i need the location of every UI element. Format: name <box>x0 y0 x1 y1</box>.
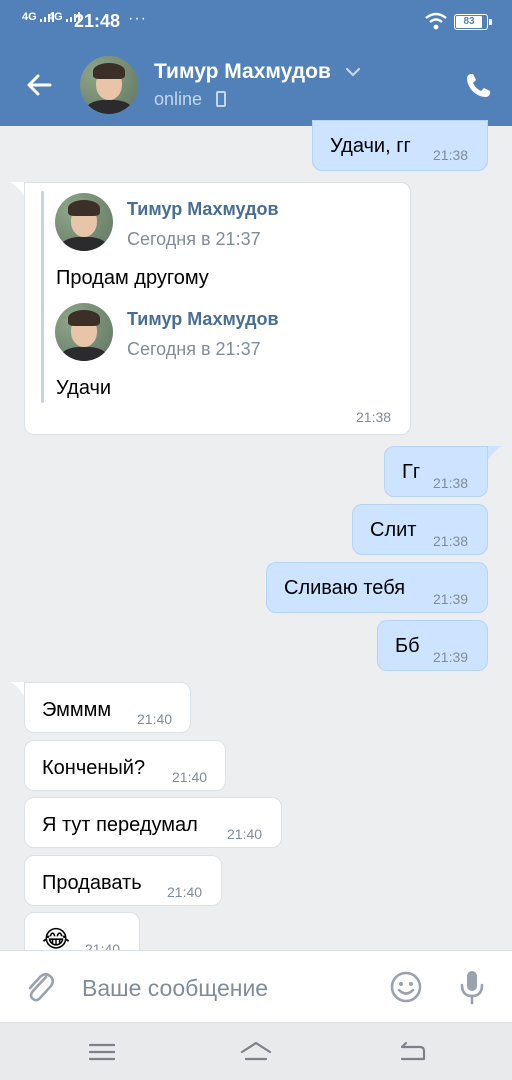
incoming-forwarded-message[interactable]: Тимур Махмудов Сегодня в 21:37 Продам др… <box>24 182 411 435</box>
bubble-tail <box>488 446 502 460</box>
microphone-icon[interactable] <box>458 969 486 1005</box>
phone-icon[interactable] <box>464 72 492 100</box>
network-label: 4G <box>48 11 63 23</box>
incoming-message[interactable]: Конченый? 21:40 <box>24 740 226 791</box>
message-composer: Ваше сообщение <box>0 950 512 1022</box>
forward-text: Продам другому <box>56 267 209 289</box>
more-notifications: ··· <box>128 10 147 27</box>
wifi-icon <box>425 12 447 30</box>
chat-header: Тимур Махмудов online <box>0 44 512 126</box>
message-text: Сливаю тебя <box>284 577 406 599</box>
message-text: Эмммм <box>42 699 112 721</box>
forward-text: Удачи <box>56 377 112 399</box>
incoming-message[interactable]: Эмммм 21:40 <box>24 682 191 733</box>
smile-icon[interactable] <box>390 971 422 1003</box>
contact-name[interactable]: Тимур Махмудов <box>154 60 331 84</box>
message-time: 21:40 <box>137 711 173 727</box>
message-time: 21:39 <box>433 591 469 607</box>
battery-level: 83 <box>456 16 482 28</box>
message-text: Слит <box>370 519 417 541</box>
forward-author-name[interactable]: Тимур Махмудов <box>127 199 279 220</box>
menu-icon[interactable] <box>86 1039 118 1065</box>
message-text: Бб <box>395 635 420 657</box>
paperclip-icon[interactable] <box>24 969 56 1005</box>
message-text: Продавать <box>42 872 142 894</box>
outgoing-message[interactable]: Бб 21:39 <box>377 620 488 671</box>
message-text: Гг <box>402 461 421 483</box>
message-time: 21:38 <box>433 533 469 549</box>
system-navigation-bar <box>0 1022 512 1080</box>
outgoing-message[interactable]: Удачи, гг 21:38 <box>312 120 488 171</box>
network-label: 4G <box>22 11 37 23</box>
mobile-online-icon <box>216 91 226 107</box>
message-text: Удачи, гг <box>330 135 411 157</box>
outgoing-message[interactable]: Сливаю тебя 21:39 <box>266 562 488 613</box>
arrow-left-icon[interactable] <box>24 70 54 100</box>
forward-date: Сегодня в 21:37 <box>127 339 261 359</box>
message-text: Конченый? <box>42 757 146 779</box>
forward-date: Сегодня в 21:37 <box>127 229 261 249</box>
message-text: Я тут передумал <box>42 814 198 836</box>
incoming-message[interactable]: 😂 21:40 <box>24 912 140 950</box>
outgoing-message[interactable]: Слит 21:38 <box>352 504 488 555</box>
message-time: 21:38 <box>433 147 469 163</box>
message-time: 21:38 <box>356 409 392 425</box>
message-time: 21:39 <box>433 649 469 665</box>
message-time: 21:38 <box>433 475 469 491</box>
forward-author-avatar[interactable] <box>55 193 113 251</box>
battery-indicator: 83 <box>454 14 492 30</box>
incoming-message[interactable]: Я тут передумал 21:40 <box>24 797 282 848</box>
home-icon[interactable] <box>240 1039 272 1065</box>
online-status: online <box>154 89 203 109</box>
bubble-tail <box>10 682 24 696</box>
message-time: 21:40 <box>85 941 121 950</box>
outgoing-message[interactable]: Гг 21:38 <box>384 446 488 497</box>
message-time: 21:40 <box>172 769 208 785</box>
clock: 21:48 <box>74 11 121 31</box>
forward-indicator <box>41 191 44 403</box>
status-bar: 4G 4G 21:48 ··· 83 <box>0 0 512 44</box>
message-time: 21:40 <box>167 884 203 900</box>
message-time: 21:40 <box>227 826 263 842</box>
forward-author-name[interactable]: Тимур Махмудов <box>127 309 279 330</box>
message-clip: 😂 21:40 <box>0 912 512 950</box>
bubble-tail <box>10 182 24 196</box>
emoji-laughing: 😂 <box>42 926 71 950</box>
incoming-message[interactable]: Продавать 21:40 <box>24 855 222 906</box>
forward-author-avatar[interactable] <box>55 303 113 361</box>
chevron-down-icon[interactable] <box>345 66 361 78</box>
message-input[interactable]: Ваше сообщение <box>82 975 268 1002</box>
contact-avatar[interactable] <box>80 56 138 114</box>
back-icon[interactable] <box>396 1039 428 1065</box>
